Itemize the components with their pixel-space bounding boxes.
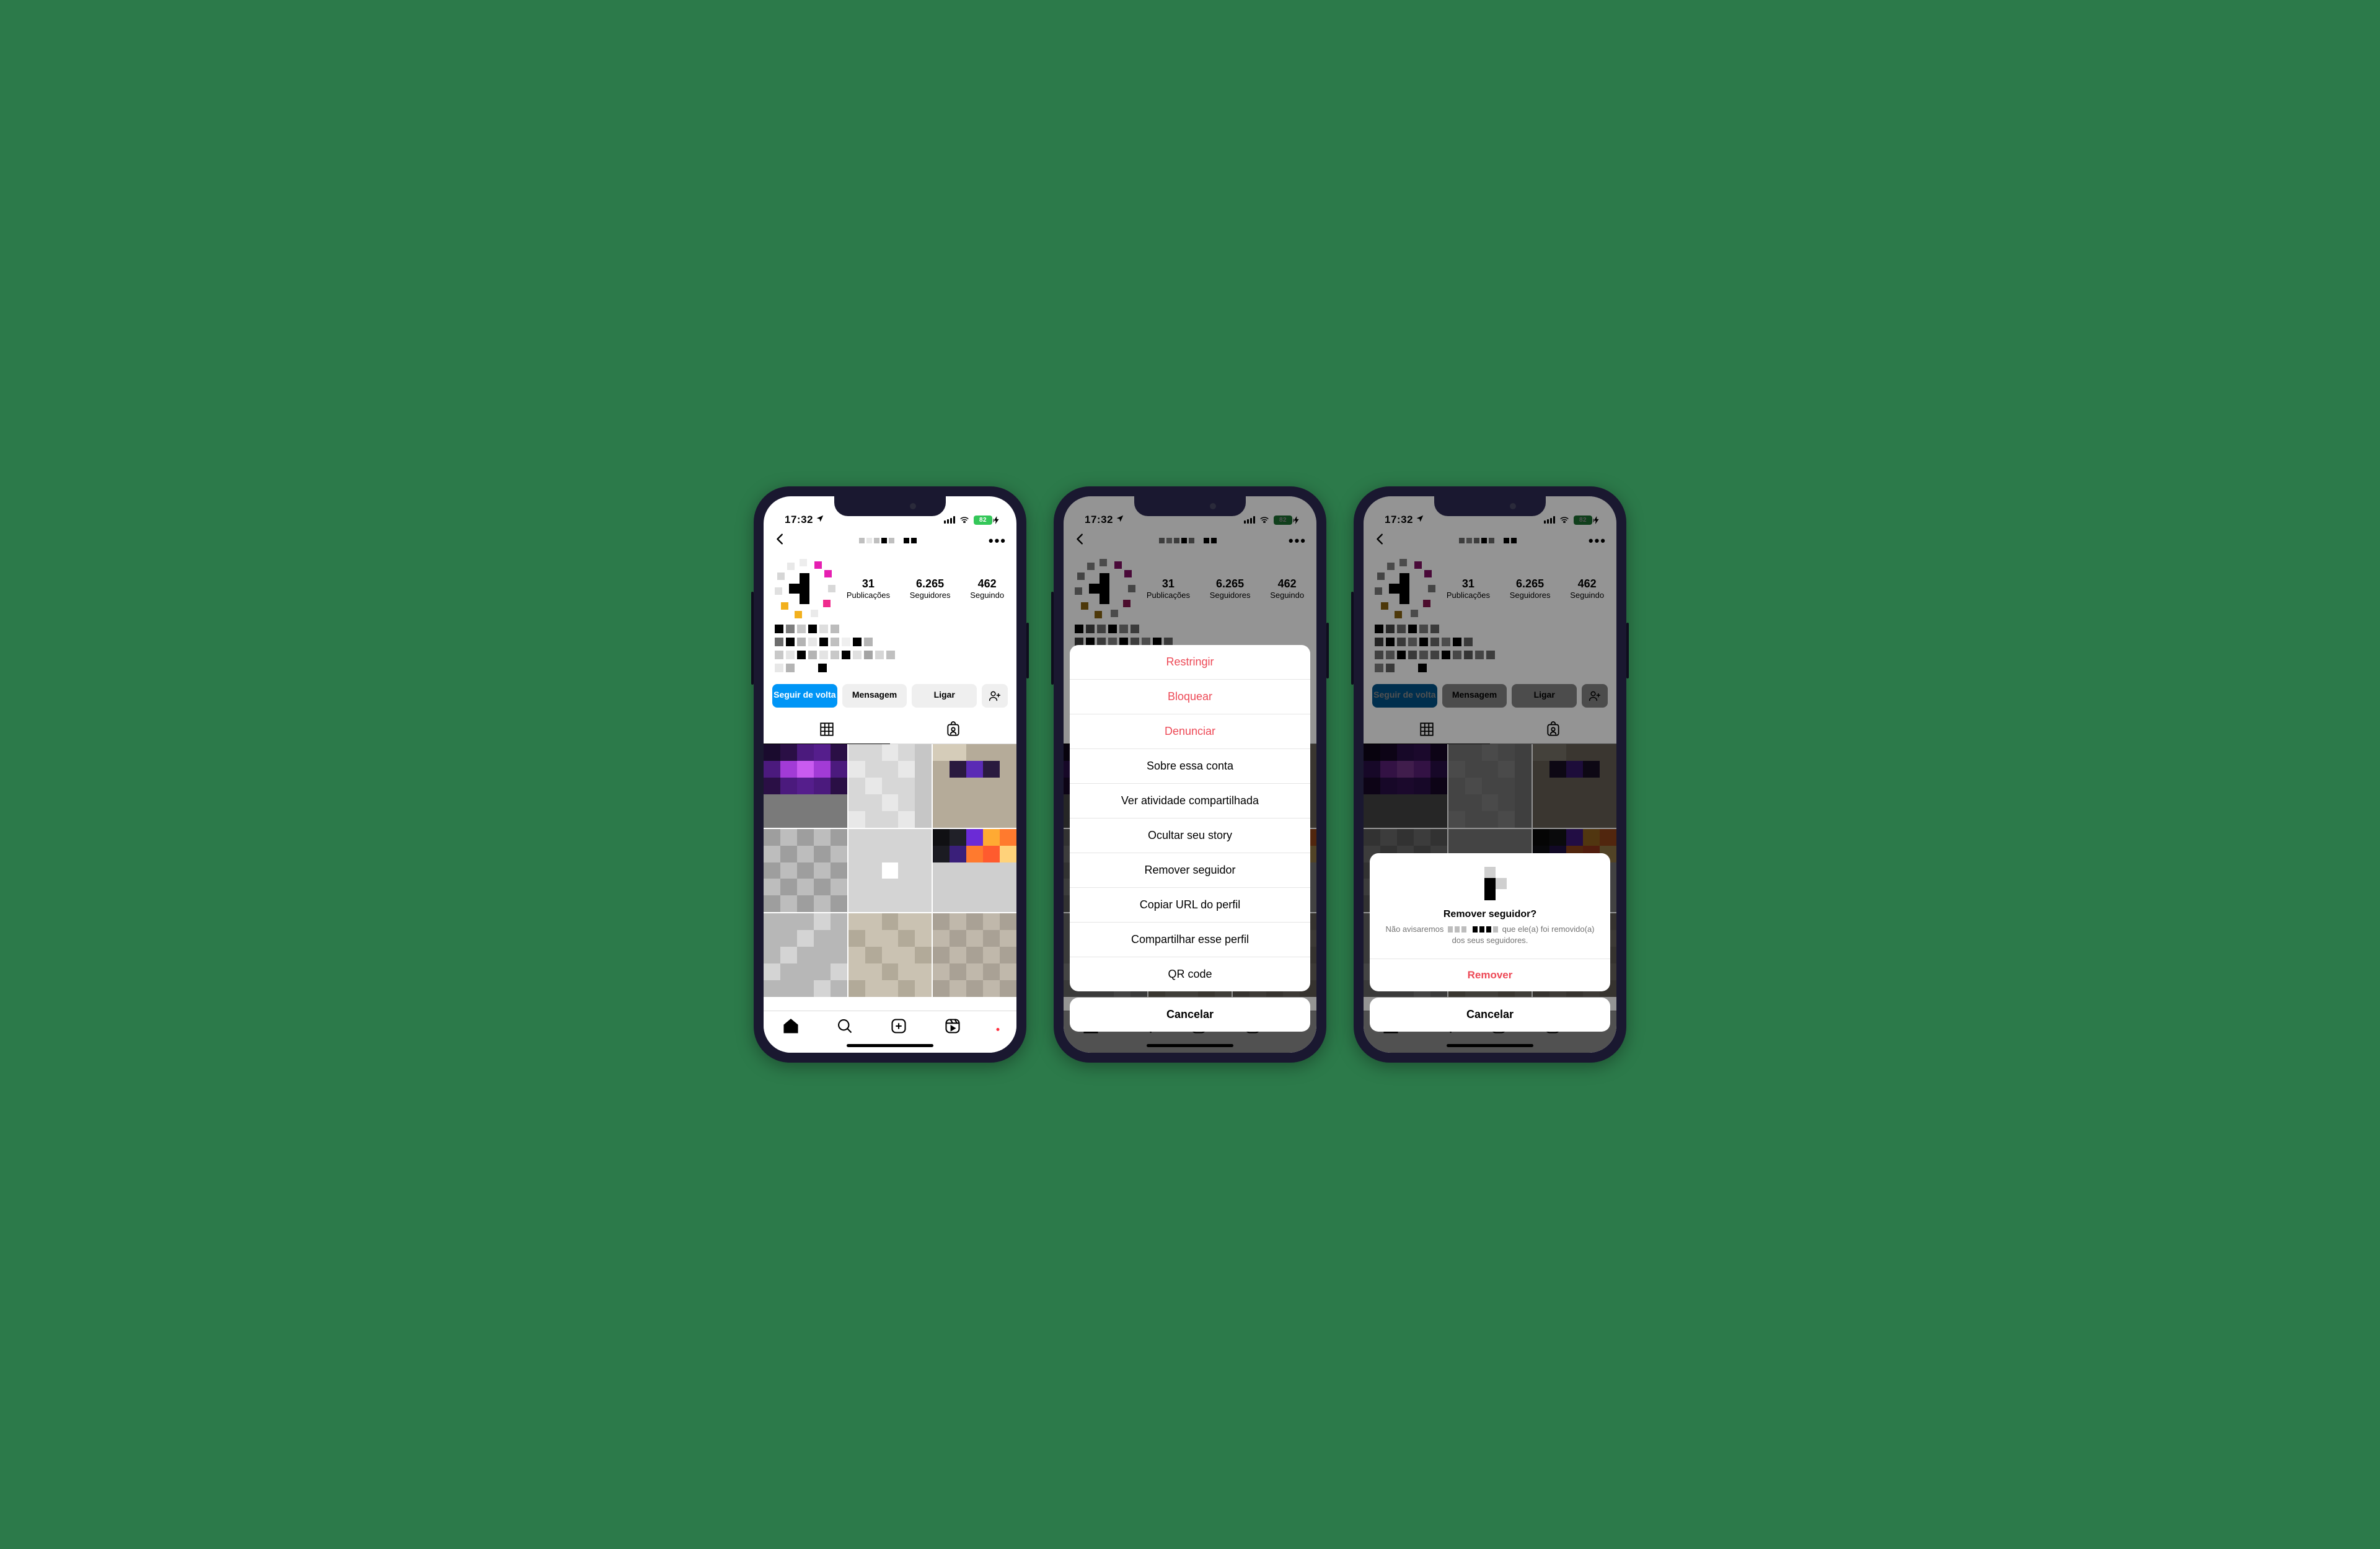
call-button[interactable]: Ligar <box>912 684 977 708</box>
grid-icon <box>819 721 835 737</box>
bio-line-3 <box>775 651 1005 659</box>
bio-line-4 <box>775 664 1005 672</box>
stat-posts[interactable]: 31 Publicações <box>847 577 890 600</box>
battery-indicator: 82 <box>974 516 999 525</box>
confirm-body: Não avisaremos que ele(a) foi removido(a… <box>1385 924 1595 946</box>
location-services-icon <box>816 514 824 526</box>
stat-followers-label: Seguidores <box>910 590 951 600</box>
stat-posts-number: 31 <box>862 577 875 590</box>
home-icon <box>782 1017 800 1035</box>
back-button[interactable] <box>774 532 787 549</box>
phone-frame-1: 17:32 82 <box>754 486 1026 1063</box>
action-sheet-item-8[interactable]: Compartilhar esse perfil <box>1070 922 1310 957</box>
remove-follower-dialog: Remover seguidor? Não avisaremos que ele… <box>1370 853 1610 1038</box>
action-sheet-item-7[interactable]: Copiar URL do perfil <box>1070 887 1310 922</box>
confirm-card: Remover seguidor? Não avisaremos que ele… <box>1370 853 1610 991</box>
search-icon <box>836 1017 853 1035</box>
grid-item[interactable] <box>933 829 1016 913</box>
confirm-title: Remover seguidor? <box>1385 909 1595 920</box>
battery-percent: 82 <box>979 517 987 524</box>
profile-stats: 31 Publicações 6.265 Seguidores 462 Segu… <box>845 577 1005 600</box>
bio-line-1 <box>775 625 1005 633</box>
action-sheet-item-6[interactable]: Remover seguidor <box>1070 853 1310 887</box>
wifi-icon <box>959 514 970 526</box>
phone-frame-3: 17:32 82 <box>1354 486 1626 1063</box>
action-sheet-item-9[interactable]: QR code <box>1070 957 1310 991</box>
top-nav: ••• <box>764 529 1016 555</box>
stat-following-label: Seguindo <box>970 590 1004 600</box>
create-icon <box>890 1017 907 1035</box>
action-sheet-item-3[interactable]: Sobre essa conta <box>1070 748 1310 783</box>
cellular-signal-icon <box>944 516 955 524</box>
screen-3: 17:32 82 <box>1364 496 1616 1053</box>
grid-item[interactable] <box>848 744 932 828</box>
confirm-cancel-group: Cancelar <box>1370 998 1610 1032</box>
notch <box>1134 496 1246 516</box>
action-sheet-cancel-group: Cancelar <box>1070 998 1310 1032</box>
profile-header: 31 Publicações 6.265 Seguidores 462 Segu… <box>764 555 1016 620</box>
notch <box>1434 496 1546 516</box>
tagged-icon <box>945 721 961 737</box>
tab-tagged[interactable] <box>890 715 1016 744</box>
screen-2: 17:32 82 <box>1064 496 1316 1053</box>
suggest-users-button[interactable] <box>982 684 1008 708</box>
redacted-username-icon <box>1448 926 1498 932</box>
stat-followers[interactable]: 6.265 Seguidores <box>910 577 951 600</box>
follow-back-button[interactable]: Seguir de volta <box>772 684 837 708</box>
nav-create[interactable] <box>890 1017 907 1038</box>
nav-reels[interactable] <box>944 1017 961 1038</box>
profile-tabs <box>764 715 1016 744</box>
grid-item[interactable] <box>933 913 1016 997</box>
action-sheet-item-5[interactable]: Ocultar seu story <box>1070 818 1310 853</box>
redacted-username-icon <box>859 538 917 543</box>
more-options-button[interactable]: ••• <box>989 533 1007 549</box>
profile-actions: Seguir de volta Mensagem Ligar <box>764 684 1016 715</box>
action-sheet-item-2[interactable]: Denunciar <box>1070 714 1310 748</box>
grid-item[interactable] <box>848 913 932 997</box>
confirm-cancel-button[interactable]: Cancelar <box>1370 998 1610 1032</box>
action-sheet-item-4[interactable]: Ver atividade compartilhada <box>1070 783 1310 818</box>
action-sheet-list: RestringirBloquearDenunciarSobre essa co… <box>1070 645 1310 991</box>
action-sheet-item-1[interactable]: Bloquear <box>1070 679 1310 714</box>
confirm-avatar-icon <box>1473 867 1507 900</box>
stat-following-number: 462 <box>978 577 997 590</box>
profile-username[interactable] <box>859 538 917 543</box>
action-sheet-item-0[interactable]: Restringir <box>1070 645 1310 679</box>
bio-line-2 <box>775 638 1005 646</box>
confirm-body-prefix: Não avisaremos <box>1385 924 1443 934</box>
status-time: 17:32 <box>785 514 813 526</box>
profile-scroll[interactable]: 31 Publicações 6.265 Seguidores 462 Segu… <box>764 555 1016 1053</box>
grid-item[interactable] <box>933 744 1016 828</box>
home-indicator[interactable] <box>847 1044 933 1047</box>
phone-frame-2: 17:32 82 <box>1054 486 1326 1063</box>
grid-item[interactable] <box>764 744 847 828</box>
tab-grid[interactable] <box>764 715 890 744</box>
profile-root: 17:32 82 <box>764 496 1016 1053</box>
battery-charging-icon <box>994 516 999 524</box>
story-ring-icon <box>775 559 834 618</box>
nav-home[interactable] <box>782 1017 800 1038</box>
confirm-remove-button[interactable]: Remover <box>1370 959 1610 991</box>
stat-followers-number: 6.265 <box>916 577 944 590</box>
reels-icon <box>944 1017 961 1035</box>
action-sheet: RestringirBloquearDenunciarSobre essa co… <box>1070 645 1310 1038</box>
grid-item[interactable] <box>848 829 932 913</box>
confirm-header: Remover seguidor? Não avisaremos que ele… <box>1370 853 1610 959</box>
stat-posts-label: Publicações <box>847 590 890 600</box>
add-user-icon <box>989 690 1001 702</box>
home-indicator[interactable] <box>1447 1044 1533 1047</box>
action-sheet-cancel[interactable]: Cancelar <box>1070 998 1310 1032</box>
screen-1: 17:32 82 <box>764 496 1016 1053</box>
chevron-left-icon <box>774 532 787 546</box>
profile-avatar[interactable] <box>775 559 834 618</box>
message-button[interactable]: Mensagem <box>842 684 907 708</box>
stat-following[interactable]: 462 Seguindo <box>970 577 1004 600</box>
home-indicator[interactable] <box>1147 1044 1233 1047</box>
nav-search[interactable] <box>836 1017 853 1038</box>
photo-grid <box>764 744 1016 997</box>
grid-item[interactable] <box>764 829 847 913</box>
grid-item[interactable] <box>764 913 847 997</box>
profile-bio <box>764 620 1016 684</box>
notch <box>834 496 946 516</box>
